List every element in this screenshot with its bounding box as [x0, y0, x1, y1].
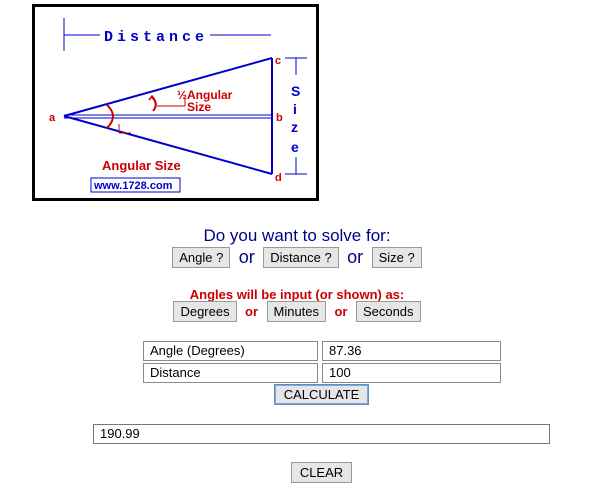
point-b-label: b: [276, 112, 283, 124]
angle-input[interactable]: 87.36: [322, 341, 501, 361]
minutes-button[interactable]: Minutes: [266, 301, 327, 322]
degrees-button[interactable]: Degrees: [173, 301, 237, 322]
distance-field-label: Distance: [143, 363, 318, 383]
result-field[interactable]: 190.99: [93, 424, 550, 444]
solve-angle-button[interactable]: Angle ?: [172, 247, 231, 268]
half-angular-label-line2: Size: [187, 100, 211, 114]
point-d-label: d: [275, 172, 282, 184]
angle-field-label: Angle (Degrees): [143, 341, 318, 361]
triangle-upper-edge: [63, 57, 273, 117]
or-separator-2: or: [347, 247, 364, 267]
units-or-1: or: [245, 304, 259, 319]
size-letter-s: S: [291, 83, 300, 99]
distance-input[interactable]: 100: [322, 363, 501, 383]
size-letter-z: z: [291, 119, 298, 135]
website-link[interactable]: www.1728.com: [93, 180, 173, 192]
clear-button[interactable]: CLEAR: [291, 462, 352, 483]
angle-units-row: Degrees or Minutes or Seconds: [0, 301, 594, 322]
solve-size-button[interactable]: Size ?: [371, 247, 422, 268]
seconds-button[interactable]: Seconds: [355, 301, 421, 322]
angle-units-label: Angles will be input (or shown) as:: [189, 287, 405, 302]
solve-prompt: Do you want to solve for:: [203, 226, 391, 245]
solve-distance-button[interactable]: Distance ?: [263, 247, 339, 268]
or-separator-1: or: [238, 247, 255, 267]
point-c-label: c: [275, 55, 281, 67]
distance-label: Distance: [104, 29, 208, 46]
size-letter-i: i: [293, 101, 297, 117]
diagram-svg: Distance S i z e a b c d ½Angular Size A…: [49, 18, 307, 193]
solve-options-row: Angle ? or Distance ? or Size ?: [0, 247, 594, 268]
angular-size-diagram: Distance S i z e a b c d ½Angular Size A…: [32, 4, 319, 201]
angular-size-label: Angular Size: [102, 158, 181, 173]
units-or-2: or: [334, 304, 348, 319]
size-letter-e: e: [291, 139, 299, 155]
calculate-button[interactable]: CALCULATE: [274, 384, 369, 405]
point-a-label: a: [49, 112, 56, 124]
angle-arc: [106, 104, 114, 129]
